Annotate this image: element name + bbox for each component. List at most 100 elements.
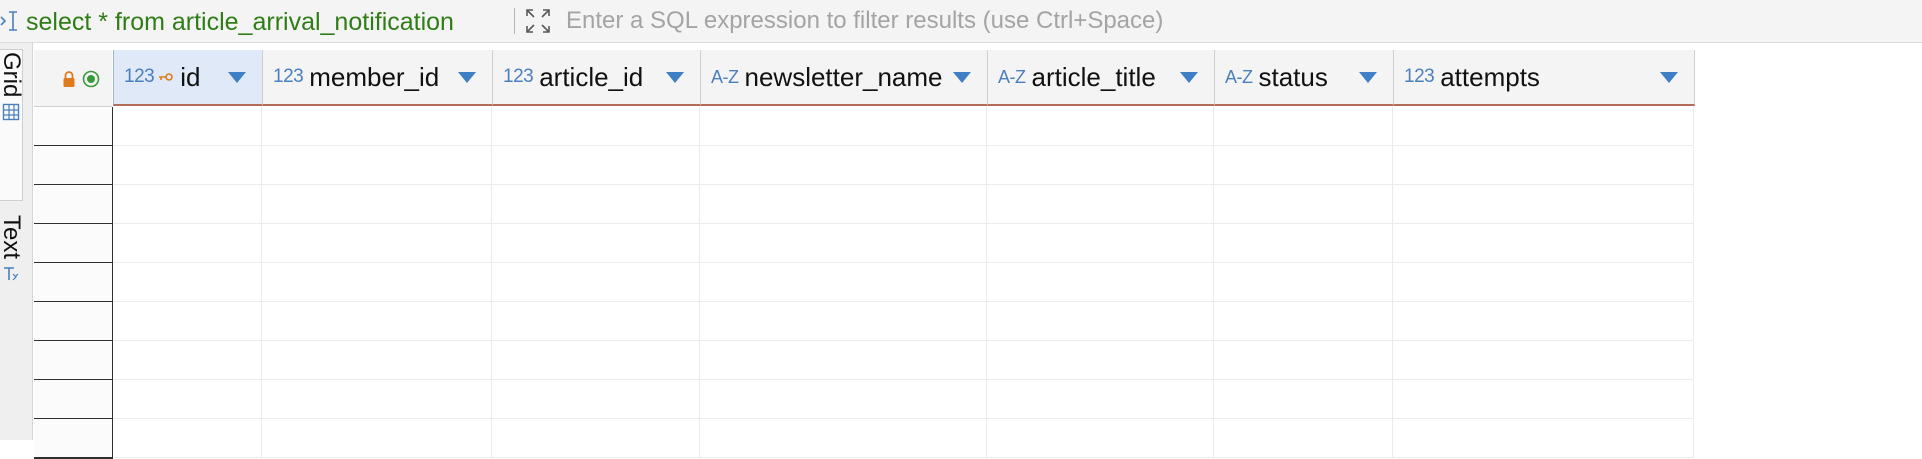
- table-cell[interactable]: [700, 341, 987, 380]
- filter-input[interactable]: [566, 6, 1906, 36]
- row-header[interactable]: [34, 146, 113, 186]
- table-cell[interactable]: [1214, 224, 1393, 263]
- sql-editor-icon[interactable]: [0, 9, 20, 33]
- column-header-article_title[interactable]: A-Z article_title: [988, 50, 1215, 106]
- table-cell[interactable]: [262, 419, 492, 458]
- column-header-newsletter_name[interactable]: A-Z newsletter_name: [701, 50, 988, 106]
- table-cell[interactable]: [262, 380, 492, 419]
- table-row[interactable]: [34, 224, 1922, 264]
- row-header[interactable]: [34, 419, 113, 459]
- table-cell[interactable]: [1393, 302, 1694, 341]
- tab-text[interactable]: Text: [0, 213, 25, 323]
- table-cell[interactable]: [987, 263, 1214, 302]
- table-cell[interactable]: [262, 263, 492, 302]
- table-cell[interactable]: [1393, 107, 1694, 146]
- table-cell[interactable]: [987, 224, 1214, 263]
- table-cell[interactable]: [700, 263, 987, 302]
- table-cell[interactable]: [1214, 146, 1393, 185]
- table-cell[interactable]: [492, 185, 700, 224]
- table-cell[interactable]: [700, 146, 987, 185]
- table-cell[interactable]: [1214, 419, 1393, 458]
- table-cell[interactable]: [700, 224, 987, 263]
- table-cell[interactable]: [700, 185, 987, 224]
- table-cell[interactable]: [987, 419, 1214, 458]
- table-cell[interactable]: [1393, 380, 1694, 419]
- table-cell[interactable]: [1214, 107, 1393, 146]
- table-cell[interactable]: [492, 263, 700, 302]
- table-cell[interactable]: [113, 107, 262, 146]
- table-cell[interactable]: [262, 224, 492, 263]
- table-cell[interactable]: [987, 302, 1214, 341]
- table-cell[interactable]: [113, 341, 262, 380]
- table-row[interactable]: [34, 380, 1922, 420]
- column-menu-arrow-icon[interactable]: [953, 72, 971, 83]
- table-cell[interactable]: [700, 419, 987, 458]
- table-cell[interactable]: [700, 380, 987, 419]
- row-header[interactable]: [34, 341, 113, 381]
- column-menu-arrow-icon[interactable]: [1660, 72, 1678, 83]
- column-menu-arrow-icon[interactable]: [1359, 72, 1377, 83]
- table-cell[interactable]: [492, 224, 700, 263]
- column-header-attempts[interactable]: 123 attempts: [1394, 50, 1695, 106]
- row-header[interactable]: [34, 380, 113, 420]
- column-header-article_id[interactable]: 123 article_id: [493, 50, 701, 106]
- column-header-member_id[interactable]: 123 member_id: [263, 50, 493, 106]
- column-menu-arrow-icon[interactable]: [228, 72, 246, 83]
- table-cell[interactable]: [492, 146, 700, 185]
- table-cell[interactable]: [1214, 302, 1393, 341]
- lock-icon[interactable]: [62, 70, 76, 88]
- table-cell[interactable]: [113, 263, 262, 302]
- table-cell[interactable]: [113, 185, 262, 224]
- table-row[interactable]: [34, 419, 1922, 459]
- table-cell[interactable]: [1393, 146, 1694, 185]
- column-menu-arrow-icon[interactable]: [458, 72, 476, 83]
- table-cell[interactable]: [113, 380, 262, 419]
- table-cell[interactable]: [1214, 380, 1393, 419]
- table-cell[interactable]: [1214, 185, 1393, 224]
- table-cell[interactable]: [987, 185, 1214, 224]
- tab-grid[interactable]: Grid: [0, 49, 25, 201]
- column-menu-arrow-icon[interactable]: [1180, 72, 1198, 83]
- table-cell[interactable]: [262, 146, 492, 185]
- table-cell[interactable]: [700, 302, 987, 341]
- column-header-id[interactable]: 123 id: [113, 50, 263, 106]
- table-cell[interactable]: [987, 341, 1214, 380]
- table-row[interactable]: [34, 146, 1922, 186]
- table-cell[interactable]: [1214, 263, 1393, 302]
- table-cell[interactable]: [262, 341, 492, 380]
- table-cell[interactable]: [492, 302, 700, 341]
- table-cell[interactable]: [113, 419, 262, 458]
- table-cell[interactable]: [987, 380, 1214, 419]
- table-cell[interactable]: [262, 302, 492, 341]
- table-cell[interactable]: [262, 185, 492, 224]
- table-cell[interactable]: [1393, 224, 1694, 263]
- row-header[interactable]: [34, 302, 113, 342]
- column-header-status[interactable]: A-Z status: [1215, 50, 1394, 106]
- table-cell[interactable]: [492, 380, 700, 419]
- table-cell[interactable]: [987, 107, 1214, 146]
- table-cell[interactable]: [113, 302, 262, 341]
- table-row[interactable]: [34, 263, 1922, 303]
- table-cell[interactable]: [113, 146, 262, 185]
- table-cell[interactable]: [1393, 419, 1694, 458]
- row-header[interactable]: [34, 107, 113, 147]
- table-row[interactable]: [34, 341, 1922, 381]
- table-cell[interactable]: [492, 107, 700, 146]
- table-cell[interactable]: [262, 107, 492, 146]
- table-cell[interactable]: [492, 419, 700, 458]
- column-menu-arrow-icon[interactable]: [666, 72, 684, 83]
- row-header[interactable]: [34, 224, 113, 264]
- select-all-icon[interactable]: [82, 70, 100, 88]
- expand-icon[interactable]: [522, 5, 554, 37]
- table-row[interactable]: [34, 185, 1922, 225]
- row-header[interactable]: [34, 263, 113, 303]
- table-cell[interactable]: [113, 224, 262, 263]
- table-cell[interactable]: [700, 107, 987, 146]
- table-cell[interactable]: [1214, 341, 1393, 380]
- table-cell[interactable]: [1393, 263, 1694, 302]
- table-cell[interactable]: [1393, 185, 1694, 224]
- table-cell[interactable]: [987, 146, 1214, 185]
- row-header[interactable]: [34, 185, 113, 225]
- table-row[interactable]: [34, 107, 1922, 147]
- table-cell[interactable]: [492, 341, 700, 380]
